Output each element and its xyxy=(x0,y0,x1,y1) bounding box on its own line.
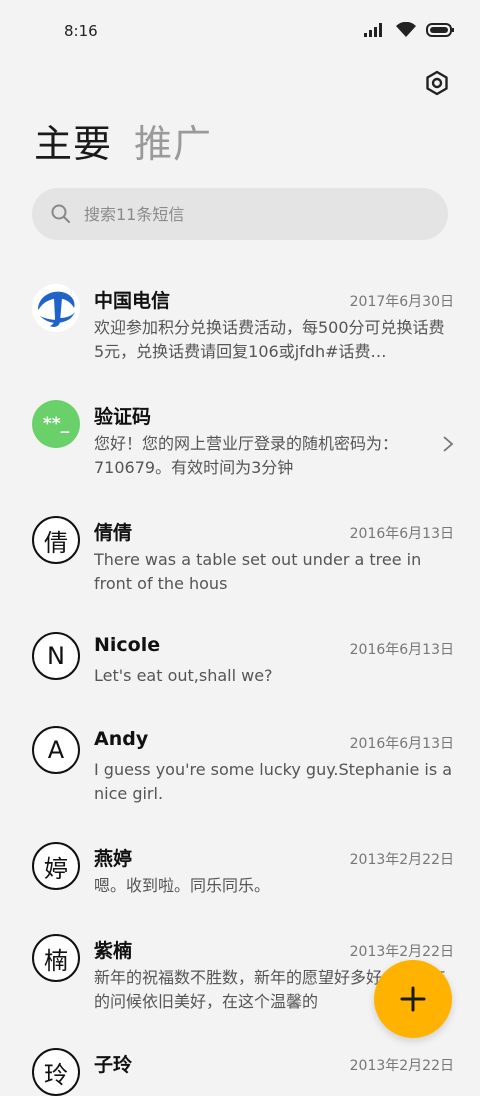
avatar: A xyxy=(32,726,80,774)
conversation-date: 2017年6月30日 xyxy=(349,294,454,310)
conversation-name: 倩倩 xyxy=(94,522,133,544)
conversation-item[interactable]: 中国电信 2017年6月30日 欢迎参加积分兑换话费活动，每500分可兑换话费5… xyxy=(0,262,480,372)
conversation-date: 2013年2月22日 xyxy=(349,852,454,868)
search-icon xyxy=(51,204,70,223)
conversation-date: 2016年6月13日 xyxy=(349,526,454,542)
conversation-date: 2016年6月13日 xyxy=(349,642,454,658)
conversation-name: 中国电信 xyxy=(94,290,171,312)
avatar: 婷 xyxy=(32,842,80,890)
plus-icon xyxy=(400,986,426,1012)
conversation-date: 2016年6月13日 xyxy=(349,736,454,752)
new-message-button[interactable] xyxy=(374,960,452,1038)
settings-icon xyxy=(426,70,448,96)
wifi-icon xyxy=(396,22,416,37)
conversation-name: 紫楠 xyxy=(94,940,133,962)
conversation-preview: I guess you're some lucky guy.Stephanie … xyxy=(94,760,453,803)
tab-bar: 主要 推广 xyxy=(34,118,212,170)
settings-button[interactable] xyxy=(422,68,452,98)
search-input[interactable] xyxy=(82,203,416,225)
conversation-item[interactable]: A Andy 2016年6月13日 I guess you're some lu… xyxy=(0,704,480,814)
avatar xyxy=(32,284,80,332)
signal-icon xyxy=(364,22,382,37)
tab-primary[interactable]: 主要 xyxy=(34,118,112,170)
conversation-name: 子玲 xyxy=(94,1054,133,1076)
status-time: 8:16 xyxy=(64,22,98,40)
conversation-item[interactable]: N Nicole 2016年6月13日 Let's eat out,shall … xyxy=(0,610,480,698)
conversation-item[interactable]: 倩 倩倩 2016年6月13日 There was a table set ou… xyxy=(0,494,480,604)
conversation-preview: Let's eat out,shall we? xyxy=(94,666,273,685)
conversation-name: 验证码 xyxy=(94,406,152,428)
battery-icon xyxy=(426,22,454,37)
conversation-preview: There was a table set out under a tree i… xyxy=(94,550,422,593)
status-bar: 8:16 xyxy=(0,0,480,62)
status-icons xyxy=(364,22,454,37)
conversation-date: 2013年2月22日 xyxy=(349,1058,454,1074)
avatar: N xyxy=(32,632,80,680)
conversation-item[interactable]: **_ 验证码 您好！您的网上营业厅登录的随机密码为：710679。有效时间为3… xyxy=(0,378,480,488)
conversation-preview: 嗯。收到啦。同乐同乐。 xyxy=(94,876,271,895)
chevron-right-icon[interactable] xyxy=(442,435,454,453)
conversation-date: 2013年2月22日 xyxy=(349,944,454,960)
conversation-preview: 欢迎参加积分兑换话费活动，每500分可兑换话费5元，兑换话费请回复106或jfd… xyxy=(94,318,445,361)
conversation-name: Andy xyxy=(94,728,149,750)
avatar: 倩 xyxy=(32,516,80,564)
conversation-item[interactable]: 婷 燕婷 2013年2月22日 嗯。收到啦。同乐同乐。 xyxy=(0,820,480,908)
search-bar[interactable] xyxy=(32,188,448,240)
conversation-name: 燕婷 xyxy=(94,848,133,870)
china-telecom-logo-icon xyxy=(32,284,80,332)
conversation-preview: 您好！您的网上营业厅登录的随机密码为：710679。有效时间为3分钟 xyxy=(94,434,399,477)
avatar: 楠 xyxy=(32,934,80,982)
avatar: 玲 xyxy=(32,1048,80,1096)
conversation-name: Nicole xyxy=(94,634,161,656)
avatar: **_ xyxy=(32,400,80,448)
tab-promotions[interactable]: 推广 xyxy=(134,118,212,170)
